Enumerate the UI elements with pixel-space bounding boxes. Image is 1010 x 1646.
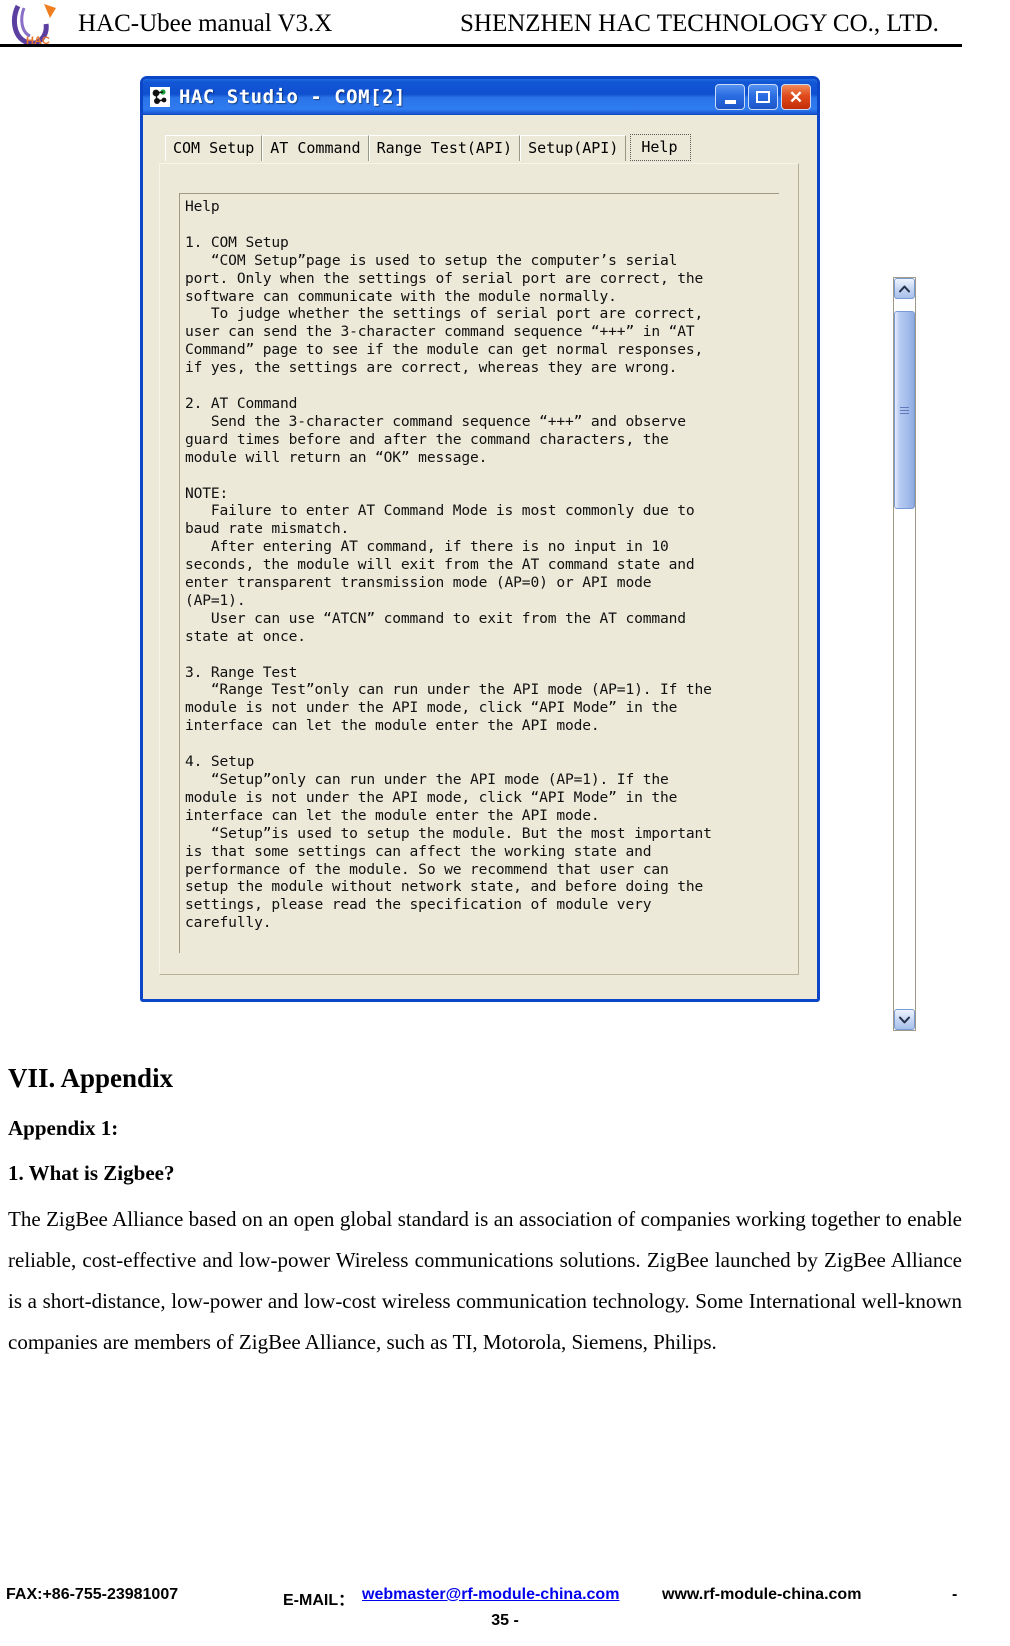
window-title: HAC Studio - COM[2] <box>179 86 406 108</box>
footer-page-number: 35 - <box>491 1612 519 1629</box>
footer-dash: - <box>952 1586 958 1603</box>
question-heading: 1. What is Zigbee? <box>8 1161 175 1186</box>
tab-help[interactable]: Help <box>630 134 691 161</box>
scrollbar-grip <box>900 406 909 414</box>
company-logo: HAC <box>10 2 72 46</box>
maximize-button[interactable] <box>748 84 778 110</box>
footer-email-label: E-MAIL： <box>283 1592 355 1609</box>
help-vertical-scrollbar[interactable] <box>893 277 916 1031</box>
chevron-up-icon <box>899 285 910 292</box>
section-heading: VII. Appendix <box>8 1063 174 1093</box>
window-controls: ✕ <box>715 84 811 110</box>
chevron-down-icon <box>899 1016 910 1023</box>
scroll-up-button[interactable] <box>894 278 915 299</box>
maximize-icon <box>756 91 770 103</box>
tab-at-command[interactable]: AT Command <box>262 135 369 161</box>
header-divider <box>0 44 962 47</box>
tab-com-setup[interactable]: COM Setup <box>165 135 263 161</box>
window-titlebar[interactable]: HAC Studio - COM[2] ✕ <box>143 79 817 115</box>
tab-setup-api[interactable]: Setup(API) <box>520 135 627 161</box>
close-icon: ✕ <box>788 87 804 107</box>
document-body: VII. Appendix Appendix 1: 1. What is Zig… <box>8 1060 962 1363</box>
footer-website: www.rf-module-china.com <box>662 1586 862 1603</box>
appendix-paragraph: The ZigBee Alliance based on an open glo… <box>8 1206 962 1354</box>
header-manual-title: HAC-Ubee manual V3.X <box>78 10 333 37</box>
header-company-name: SHENZHEN HAC TECHNOLOGY CO., LTD. <box>460 10 939 37</box>
footer-email-link[interactable]: webmaster@rf-module-china.com <box>362 1586 619 1604</box>
tab-range-test-api[interactable]: Range Test(API) <box>368 135 521 161</box>
footer-contact-row: FAX:+86-755-23981007 E-MAIL： webmaster@r… <box>0 1586 1010 1609</box>
appendix-label: Appendix 1: <box>8 1115 119 1140</box>
close-button[interactable]: ✕ <box>781 84 811 110</box>
scrollbar-thumb[interactable] <box>894 311 915 509</box>
page-footer: FAX:+86-755-23981007 E-MAIL： webmaster@r… <box>0 1586 1010 1629</box>
tab-bar: COM Setup AT Command Range Test(API) Set… <box>165 134 691 161</box>
scroll-down-button[interactable] <box>894 1009 915 1030</box>
minimize-button[interactable] <box>715 84 745 110</box>
app-icon <box>150 87 170 107</box>
minimize-icon <box>724 99 736 104</box>
page-header: HAC HAC-Ubee manual V3.X SHENZHEN HAC TE… <box>0 0 1010 47</box>
footer-fax: FAX:+86-755-23981007 <box>6 1586 179 1603</box>
help-text-content: Help 1. COM Setup “COM Setup”page is use… <box>185 198 712 932</box>
help-textarea[interactable]: Help 1. COM Setup “COM Setup”page is use… <box>179 193 779 953</box>
hac-studio-window: HAC Studio - COM[2] ✕ COM Setup AT Comma… <box>140 76 916 1031</box>
